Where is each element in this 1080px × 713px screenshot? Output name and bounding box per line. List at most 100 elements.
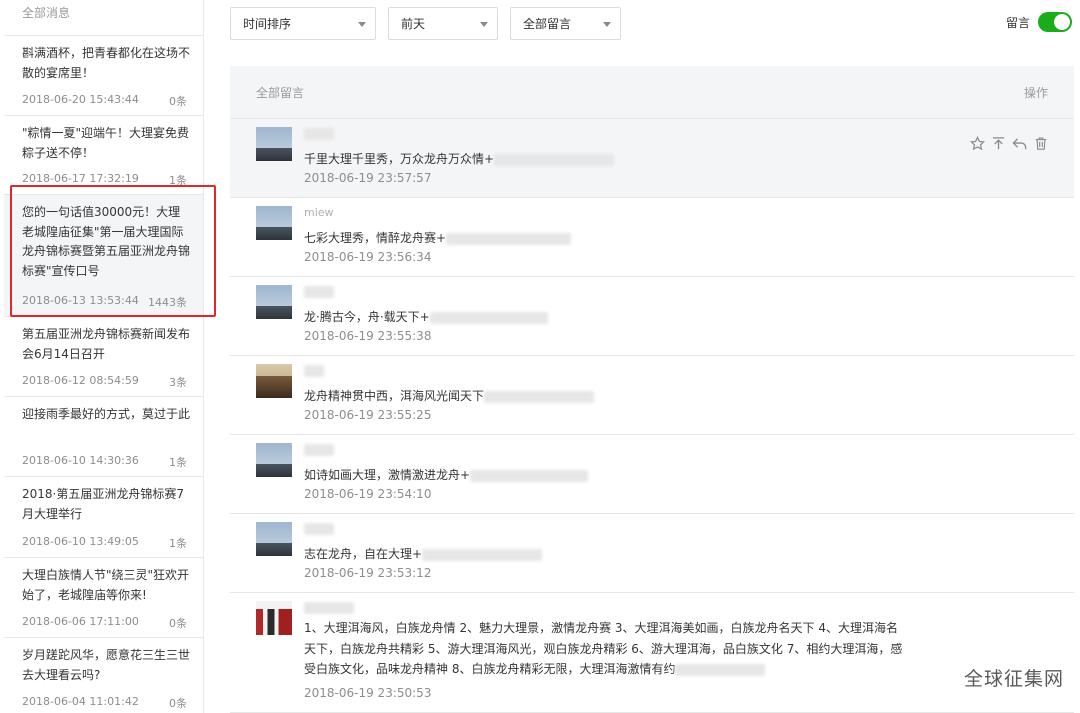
filter-select-value: 全部留言	[523, 17, 572, 31]
comment-row[interactable]: 龙·腾古今，舟·载天下+ 2018-06-19 23:55:38	[230, 277, 1074, 356]
comment-text: 如诗如画大理，激情激进龙舟+	[304, 465, 589, 485]
comment-panel: 全部留言 操作 千里大理千里秀，万众龙舟万众情+ 2018-06-19 23:5…	[230, 66, 1074, 713]
article-meta: 2018-06-10 13:49:05 1条	[22, 535, 187, 551]
article-count: 0条	[169, 697, 187, 710]
avatar	[256, 522, 292, 556]
article-title: 2018·第五届亚洲龙舟锦标赛7月大理举行	[22, 487, 184, 521]
date-select[interactable]: 前天	[388, 7, 498, 40]
star-icon[interactable]	[970, 135, 985, 152]
comment-toggle-switch[interactable]	[1038, 12, 1072, 32]
comment-body: 千里大理千里秀，万众龙舟万众情+	[304, 152, 495, 166]
toggle-knob	[1054, 14, 1070, 30]
blurred-contact	[422, 548, 543, 561]
comment-time: 2018-06-19 23:56:34	[304, 250, 432, 264]
article-title: 您的一句话值30000元！大理老城隍庙征集"第一届大理国际龙舟锦标赛暨第五届亚洲…	[22, 205, 191, 278]
comment-text: 志在龙舟，自在大理+	[304, 544, 543, 564]
commenter-nickname	[304, 522, 334, 535]
comment-time: 2018-06-19 23:53:12	[304, 566, 432, 580]
article-date: 2018-06-13 13:53:44	[22, 294, 139, 307]
commenter-nickname	[304, 443, 334, 456]
comment-actions	[970, 135, 1048, 152]
article-meta: 2018-06-06 17:11:00 0条	[22, 615, 187, 631]
blurred-contact	[429, 311, 548, 324]
comment-row[interactable]: 龙舟精神贯中西，洱海风光闻天下 2018-06-19 23:55:25	[230, 356, 1074, 435]
chevron-down-icon	[480, 22, 488, 27]
article-count: 1条	[169, 174, 187, 187]
panel-title: 全部留言	[256, 85, 305, 100]
commenter-nickname	[304, 601, 354, 614]
article-meta: 2018-06-20 15:43:44 0条	[22, 93, 187, 109]
article-date: 2018-06-04 11:01:42	[22, 695, 139, 708]
comment-body: 龙·腾古今，舟·载天下+	[304, 310, 430, 324]
avatar	[256, 285, 292, 319]
comment-body: 如诗如画大理，激情激进龙舟+	[304, 468, 471, 482]
comment-body: 1、大理洱海风，白族龙舟情 2、魅力大理景，激情龙舟赛 3、大理洱海美如画，白族…	[304, 621, 903, 676]
article-item[interactable]: "粽情一夏"迎端午！大理宴免费粽子送不停！ 2018-06-17 17:32:1…	[4, 116, 203, 195]
blurred-contact	[675, 663, 766, 676]
article-item[interactable]: 2018·第五届亚洲龙舟锦标赛7月大理举行 2018-06-10 13:49:0…	[4, 477, 203, 558]
article-title: 迎接雨季最好的方式，莫过于此	[22, 407, 191, 421]
comment-panel-header: 全部留言 操作	[230, 66, 1074, 119]
article-item-selected[interactable]: 您的一句话值30000元！大理老城隍庙征集"第一届大理国际龙舟锦标赛暨第五届亚洲…	[4, 195, 203, 317]
pin-top-icon[interactable]	[991, 135, 1006, 152]
article-date: 2018-06-10 14:30:36	[22, 454, 139, 467]
comment-text: 千里大理千里秀，万众龙舟万众情+	[304, 149, 615, 169]
comment-row[interactable]: 志在龙舟，自在大理+ 2018-06-19 23:53:12	[230, 514, 1074, 593]
comment-body: 龙舟精神贯中西，洱海风光闻天下	[304, 389, 485, 403]
article-item[interactable]: 大理白族情人节"绕三灵"狂欢开始了，老城隍庙等你来! 2018-06-06 17…	[4, 558, 203, 638]
panel-actions-label: 操作	[1023, 85, 1048, 100]
sort-select-value: 时间排序	[243, 17, 292, 31]
comment-row[interactable]: miew 七彩大理秀，情醉龙舟赛+ 2018-06-19 23:56:34	[230, 198, 1074, 277]
comment-time: 2018-06-19 23:55:38	[304, 329, 432, 343]
avatar	[256, 364, 292, 398]
avatar	[256, 443, 292, 477]
article-meta: 2018-06-04 11:01:42 0条	[22, 695, 187, 711]
article-meta: 2018-06-17 17:32:19 1条	[22, 172, 187, 188]
article-item[interactable]: 岁月蹉跎风华，愿意花三生三世去大理看云吗? 2018-06-04 11:01:4…	[4, 638, 203, 713]
comment-body: 七彩大理秀，情醉龙舟赛+	[304, 231, 447, 245]
date-select-value: 前天	[401, 17, 426, 31]
article-title: 岁月蹉跎风华，愿意花三生三世去大理看云吗?	[22, 648, 191, 682]
blurred-nickname	[304, 128, 334, 140]
article-item[interactable]: 斟满酒杯，把青春都化在这场不散的宴席里！ 2018-06-20 15:43:44…	[4, 36, 203, 116]
avatar	[256, 127, 292, 161]
sort-select[interactable]: 时间排序	[230, 7, 376, 40]
article-count: 1条	[169, 456, 187, 469]
commenter-nickname	[304, 285, 334, 298]
avatar	[256, 601, 292, 635]
comment-time: 2018-06-19 23:54:10	[304, 487, 432, 501]
article-title: 大理白族情人节"绕三灵"狂欢开始了，老城隍庙等你来!	[22, 568, 190, 602]
blurred-nickname	[304, 286, 334, 298]
comment-text: 龙舟精神贯中西，洱海风光闻天下	[304, 386, 595, 406]
article-list: 全部消息 斟满酒杯，把青春都化在这场不散的宴席里！ 2018-06-20 15:…	[4, 0, 204, 713]
chevron-down-icon	[603, 22, 611, 27]
comment-body: 志在龙舟，自在大理+	[304, 547, 423, 561]
trash-icon[interactable]	[1033, 135, 1048, 152]
filter-select[interactable]: 全部留言	[510, 7, 621, 40]
article-count: 0条	[169, 95, 187, 108]
blurred-contact	[470, 469, 589, 482]
blurred-contact	[446, 232, 572, 245]
article-title: 斟满酒杯，把青春都化在这场不散的宴席里！	[22, 46, 191, 80]
blurred-nickname	[304, 523, 334, 535]
article-count: 1443条	[148, 296, 187, 309]
article-date: 2018-06-06 17:11:00	[22, 615, 139, 628]
comment-time: 2018-06-19 23:55:25	[304, 408, 432, 422]
chevron-down-icon	[358, 22, 366, 27]
article-date: 2018-06-20 15:43:44	[22, 93, 139, 106]
article-meta: 2018-06-12 08:54:59 3条	[22, 374, 187, 390]
reply-icon[interactable]	[1012, 135, 1027, 152]
comment-row[interactable]: 千里大理千里秀，万众龙舟万众情+ 2018-06-19 23:57:57	[230, 119, 1074, 198]
article-item[interactable]: 第五届亚洲龙舟锦标赛新闻发布会6月14日召开 2018-06-12 08:54:…	[4, 317, 203, 397]
comment-row[interactable]: 如诗如画大理，激情激进龙舟+ 2018-06-19 23:54:10	[230, 435, 1074, 514]
article-list-header: 全部消息	[4, 0, 203, 36]
avatar	[256, 206, 292, 240]
article-title: "粽情一夏"迎端午！大理宴免费粽子送不停！	[22, 126, 190, 160]
comment-toggle-group: 留言	[1006, 12, 1072, 32]
comment-row[interactable]: 1、大理洱海风，白族龙舟情 2、魅力大理景，激情龙舟赛 3、大理洱海美如画，白族…	[230, 593, 1074, 713]
article-count: 0条	[169, 617, 187, 630]
article-item[interactable]: 迎接雨季最好的方式，莫过于此 2018-06-10 14:30:36 1条	[4, 397, 203, 477]
article-count: 3条	[169, 376, 187, 389]
article-meta: 2018-06-10 14:30:36 1条	[22, 454, 187, 470]
commenter-nickname	[304, 127, 334, 140]
